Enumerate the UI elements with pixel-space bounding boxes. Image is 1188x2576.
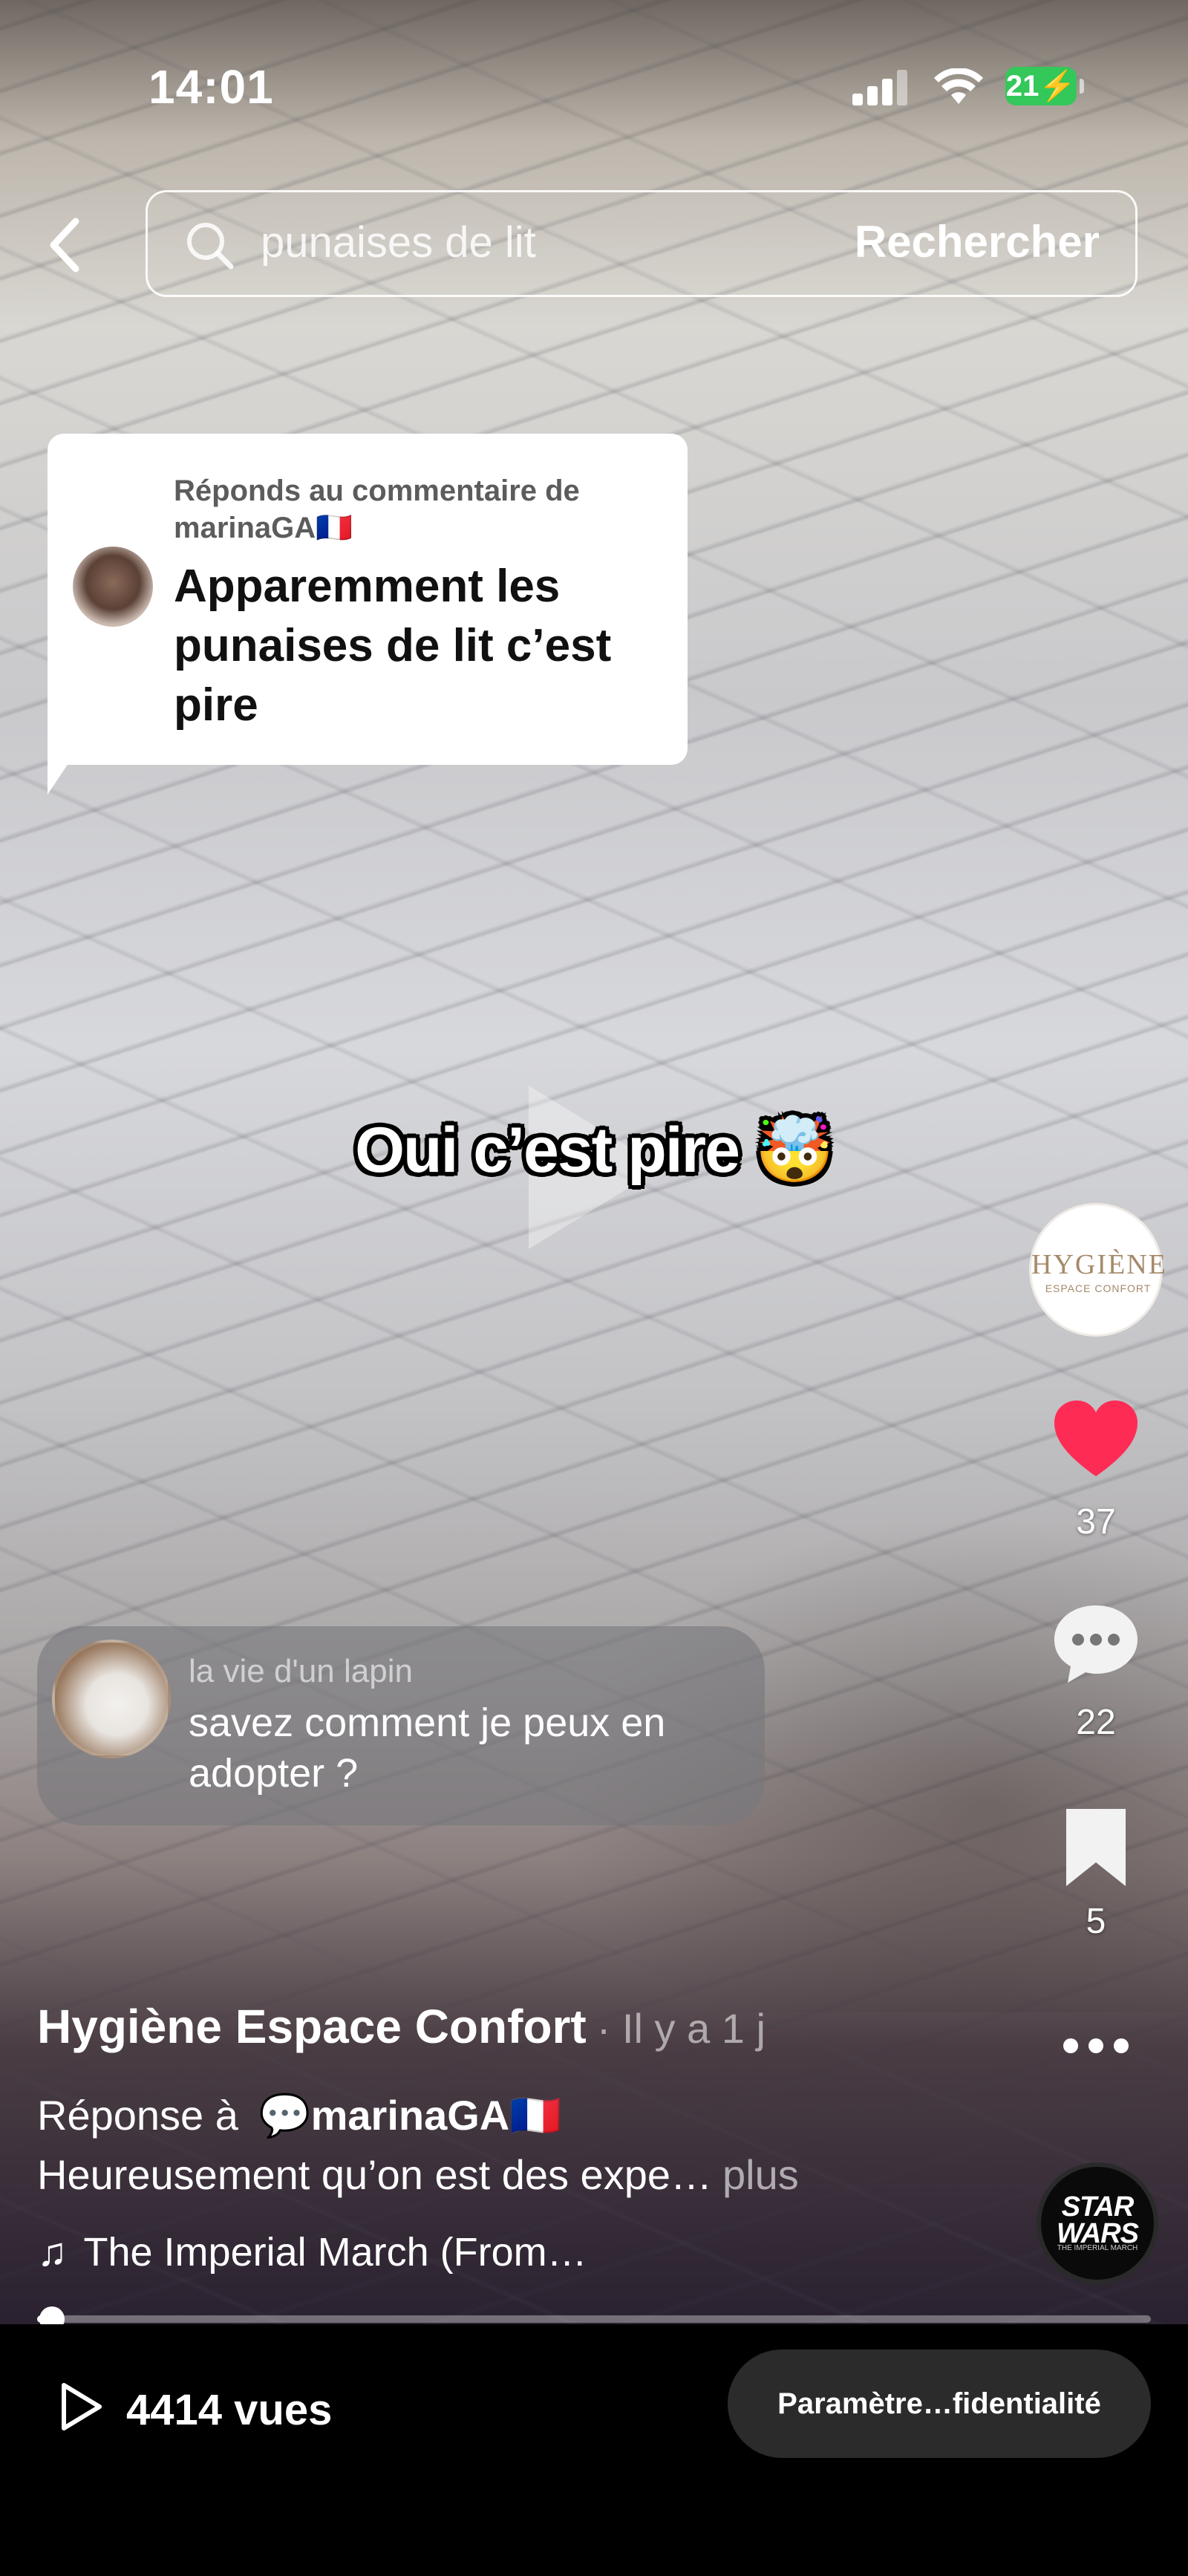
logo-main-text: HYGIÈNE xyxy=(1031,1249,1167,1280)
reply-avatar xyxy=(73,547,153,627)
music-title: The Imperial March (From… xyxy=(83,2230,587,2275)
comment-text: savez comment je peux en adopter ? xyxy=(189,1701,666,1796)
save-count: 5 xyxy=(1086,1902,1106,1941)
heart-icon[interactable] xyxy=(1051,1396,1140,1485)
video-progress-bar[interactable] xyxy=(37,2306,1151,2332)
view-count: 4414 vues xyxy=(126,2386,333,2434)
reply-meta: Réponds au commentaire de marinaGA🇫🇷 xyxy=(174,472,649,547)
comment-username: la vie d'un lapin xyxy=(189,1653,413,1689)
charging-bolt-icon: ⚡ xyxy=(1039,70,1077,102)
like-count: 37 xyxy=(1076,1502,1116,1542)
status-time: 14:01 xyxy=(148,60,274,114)
status-bar: 14:01 21⚡ xyxy=(0,59,1188,119)
back-arrow-icon[interactable] xyxy=(43,215,88,275)
logo-sub-text: ESPACE CONFORT xyxy=(1045,1282,1152,1294)
search-button[interactable]: Rechercher xyxy=(855,216,1100,267)
reply-quote-text: Apparemment les punaises de lit c’est pi… xyxy=(174,561,612,731)
comment-count: 22 xyxy=(1076,1703,1116,1742)
more-options-icon[interactable] xyxy=(1059,2035,1133,2057)
bookmark-icon[interactable] xyxy=(1051,1803,1140,1892)
search-input[interactable]: punaises de lit xyxy=(261,218,536,267)
reply-card-tail xyxy=(48,750,77,795)
reply-to-prefix: Réponse à xyxy=(37,2092,238,2139)
music-disc[interactable]: STAR WARS THE IMPERIAL MARCH xyxy=(1037,2162,1158,2284)
battery-tip xyxy=(1080,79,1084,94)
comment-avatar xyxy=(52,1640,171,1758)
post-time: · Il y a 1 j xyxy=(596,2005,766,2052)
reply-comment-card: Réponds au commentaire de marinaGA🇫🇷 App… xyxy=(48,434,688,765)
bottom-bar: 4414 vues Paramètre…fidentialité xyxy=(0,2324,1188,2576)
search-bar[interactable]: punaises de lit Rechercher xyxy=(146,190,1138,297)
battery-indicator: 21⚡ xyxy=(1005,67,1077,105)
cellular-signal-icon xyxy=(852,70,910,105)
search-icon xyxy=(187,223,234,270)
reply-prefix: Réponds au commentaire de xyxy=(174,475,580,507)
mention-bubble-icon: 💬 xyxy=(258,2092,311,2139)
comment-icon[interactable] xyxy=(1051,1600,1140,1689)
more-link[interactable]: plus xyxy=(722,2151,799,2198)
author-info: Hygiène Espace Confort · Il y a 1 j xyxy=(37,1999,766,2054)
reply-mention-user: marinaGA🇫🇷 xyxy=(310,2092,561,2139)
floating-comment[interactable]: la vie d'un lapin savez comment je peux … xyxy=(37,1626,765,1825)
music-disc-subtitle: THE IMPERIAL MARCH xyxy=(1057,2244,1138,2252)
music-note-icon: ♫ xyxy=(37,2230,68,2275)
reply-to-line: Réponse à 💬marinaGA🇫🇷 xyxy=(37,2091,561,2140)
post-description: Heureusement qu’on est des expe… plus xyxy=(37,2151,799,2199)
author-name[interactable]: Hygiène Espace Confort xyxy=(37,2000,587,2053)
privacy-settings-button[interactable]: Paramètre…fidentialité xyxy=(728,2350,1151,2458)
battery-level: 21 xyxy=(1005,70,1040,102)
music-disc-title: STAR WARS xyxy=(1057,2191,1139,2249)
wifi-icon xyxy=(934,68,983,104)
creator-avatar[interactable]: HYGIÈNE ESPACE CONFORT xyxy=(1029,1203,1167,1337)
video-caption: Oui c’est pire 🤯 xyxy=(355,1115,835,1186)
description-text: Heureusement qu’on est des expe… xyxy=(37,2151,712,2198)
music-info[interactable]: ♫ The Imperial March (From… xyxy=(37,2229,587,2275)
play-outline-icon xyxy=(62,2383,102,2430)
reply-mention[interactable]: 💬marinaGA🇫🇷 xyxy=(259,2092,561,2139)
reply-user: marinaGA🇫🇷 xyxy=(174,512,353,544)
